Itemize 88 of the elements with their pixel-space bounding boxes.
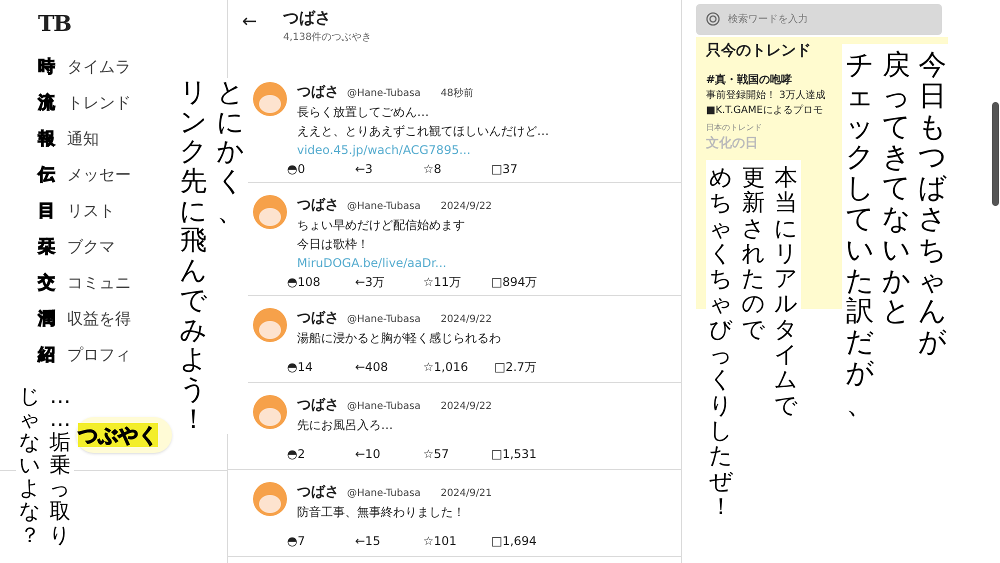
vertical-caption-text: 戻ってきてないかと bbox=[880, 50, 912, 330]
post-text: 湯船に浸かると胸が軽く感じられるわ bbox=[297, 330, 502, 347]
post-stat[interactable]: ☆8 bbox=[423, 160, 465, 178]
post-text: 長らく放置してごめん… bbox=[297, 104, 430, 121]
vertical-caption-text: とにかく、 bbox=[216, 78, 246, 229]
trend-description: ■K.T.GAMEによるプロモ bbox=[706, 104, 823, 118]
post-text: 防音工事、無事終わりました！ bbox=[297, 504, 466, 521]
post-stat[interactable]: ←10 bbox=[355, 445, 397, 463]
author-handle: @Hane-Tubasa bbox=[347, 487, 421, 501]
post-stat[interactable]: □1,531 bbox=[491, 445, 537, 463]
post-stat[interactable]: ☆1,016 bbox=[423, 358, 468, 376]
menu-glyph-icon: 目 bbox=[38, 202, 55, 220]
post-stat[interactable]: □894万 bbox=[491, 273, 538, 291]
post-time: 2024/9/21 bbox=[440, 487, 492, 501]
menu-item[interactable]: リスト bbox=[67, 199, 115, 223]
menu-item[interactable]: 通知 bbox=[67, 127, 99, 151]
post-stat[interactable]: ←15 bbox=[355, 532, 397, 550]
post-time: 48秒前 bbox=[440, 86, 474, 101]
post-stat[interactable]: ←3 bbox=[355, 160, 397, 178]
author-name: つばさ bbox=[297, 196, 339, 215]
post-text: ええと、とりあえずこれ観てほしいんだけど… bbox=[297, 123, 549, 140]
post-stat[interactable]: ☆57 bbox=[423, 445, 465, 463]
avatar bbox=[253, 195, 287, 229]
post-text: 先にお風呂入ろ… bbox=[297, 417, 394, 434]
menu-glyph-icon: 報 bbox=[38, 130, 55, 148]
post-time: 2024/9/22 bbox=[440, 313, 492, 327]
author-name: つばさ bbox=[297, 309, 339, 328]
post-stat[interactable]: ◓2 bbox=[287, 445, 329, 463]
vertical-caption-text: 今日もつばさちゃんが bbox=[916, 50, 948, 360]
author-handle: @Hane-Tubasa bbox=[347, 200, 421, 214]
post-stat[interactable]: ☆11万 bbox=[423, 273, 465, 291]
menu-item[interactable]: 収益を得 bbox=[67, 307, 131, 331]
profile-name: つばさ bbox=[283, 7, 332, 29]
vertical-caption-text: 本当にリアルタイムで bbox=[773, 166, 800, 421]
post-stat[interactable]: ◓14 bbox=[287, 358, 329, 376]
post-text: ちょい早めだけど配信始めます bbox=[297, 217, 466, 234]
author-name: つばさ bbox=[297, 396, 339, 415]
post-stat[interactable]: ☆101 bbox=[423, 532, 465, 550]
post-stat[interactable]: □2.7万 bbox=[494, 358, 537, 376]
menu-item[interactable]: プロフィ bbox=[67, 343, 131, 367]
menu-glyph-icon: 伝 bbox=[38, 166, 55, 184]
post-count: 4,138件のつぶやき bbox=[283, 31, 372, 45]
author-handle: @Hane-Tubasa bbox=[347, 400, 421, 414]
post-stat[interactable]: ←3万 bbox=[355, 273, 397, 291]
scrollbar[interactable] bbox=[992, 102, 999, 206]
vertical-caption-text: 更新されたので bbox=[740, 166, 767, 345]
trend-description: 事前登録開始！ 3万人達成 bbox=[706, 88, 826, 103]
avatar bbox=[253, 482, 287, 516]
menu-glyph-icon: 流 bbox=[38, 94, 55, 112]
vertical-caption-text: リンク先に飛んでみよう！ bbox=[178, 78, 209, 434]
menu-item[interactable]: コミュニ bbox=[67, 271, 131, 295]
author-handle: @Hane-Tubasa bbox=[347, 87, 421, 101]
menu-glyph-icon: 紹 bbox=[38, 346, 55, 364]
post-time: 2024/9/22 bbox=[440, 400, 492, 414]
logo[interactable]: TB bbox=[38, 8, 227, 41]
menu-glyph-icon: 時 bbox=[38, 58, 55, 76]
menu-item[interactable]: ブクマ bbox=[67, 235, 115, 259]
trend-section-label: 日本のトレンド bbox=[706, 122, 762, 134]
vertical-caption-text: じゃないよな？ bbox=[18, 385, 42, 547]
avatar bbox=[253, 395, 287, 429]
avatar bbox=[253, 308, 287, 342]
menu-glyph-icon: 交 bbox=[38, 274, 55, 292]
trend-tag[interactable]: #真・戦国の咆哮 bbox=[706, 72, 792, 88]
post-stat[interactable]: ◓0 bbox=[287, 160, 329, 178]
post-time: 2024/9/22 bbox=[440, 200, 492, 214]
search-icon bbox=[706, 12, 720, 26]
author-handle: @Hane-Tubasa bbox=[347, 313, 421, 327]
menu-glyph-icon: 潤 bbox=[38, 310, 55, 328]
vertical-caption-text: めちゃくちゃびっくりしたぜ！ bbox=[708, 166, 734, 520]
menu-item[interactable]: タイムラ bbox=[67, 55, 131, 79]
post-stat[interactable]: □1,694 bbox=[491, 532, 537, 550]
author-name: つばさ bbox=[297, 83, 339, 102]
post-text: 今日は歌枠！ bbox=[297, 236, 370, 253]
search-field[interactable]: 検索ワードを入力 bbox=[696, 4, 942, 35]
back-arrow[interactable]: ← bbox=[242, 8, 258, 35]
trend-title: 只今のトレンド bbox=[706, 40, 811, 61]
avatar bbox=[253, 82, 287, 116]
menu-item[interactable]: メッセー bbox=[67, 163, 131, 187]
vertical-caption-text: ……垢乗っ取り bbox=[48, 385, 72, 547]
menu-glyph-icon: 栞 bbox=[38, 238, 55, 256]
post-button[interactable]: つぶやく bbox=[76, 417, 172, 453]
vertical-caption-text: チェックしていた訳だが、 bbox=[844, 50, 876, 420]
post-stat[interactable]: ←408 bbox=[355, 358, 397, 376]
post-stat[interactable]: □37 bbox=[491, 160, 533, 178]
menu-item[interactable]: トレンド bbox=[67, 91, 131, 115]
author-name: つばさ bbox=[297, 483, 339, 502]
post-stat[interactable]: ◓108 bbox=[287, 273, 329, 291]
post-stat[interactable]: ◓7 bbox=[287, 532, 329, 550]
